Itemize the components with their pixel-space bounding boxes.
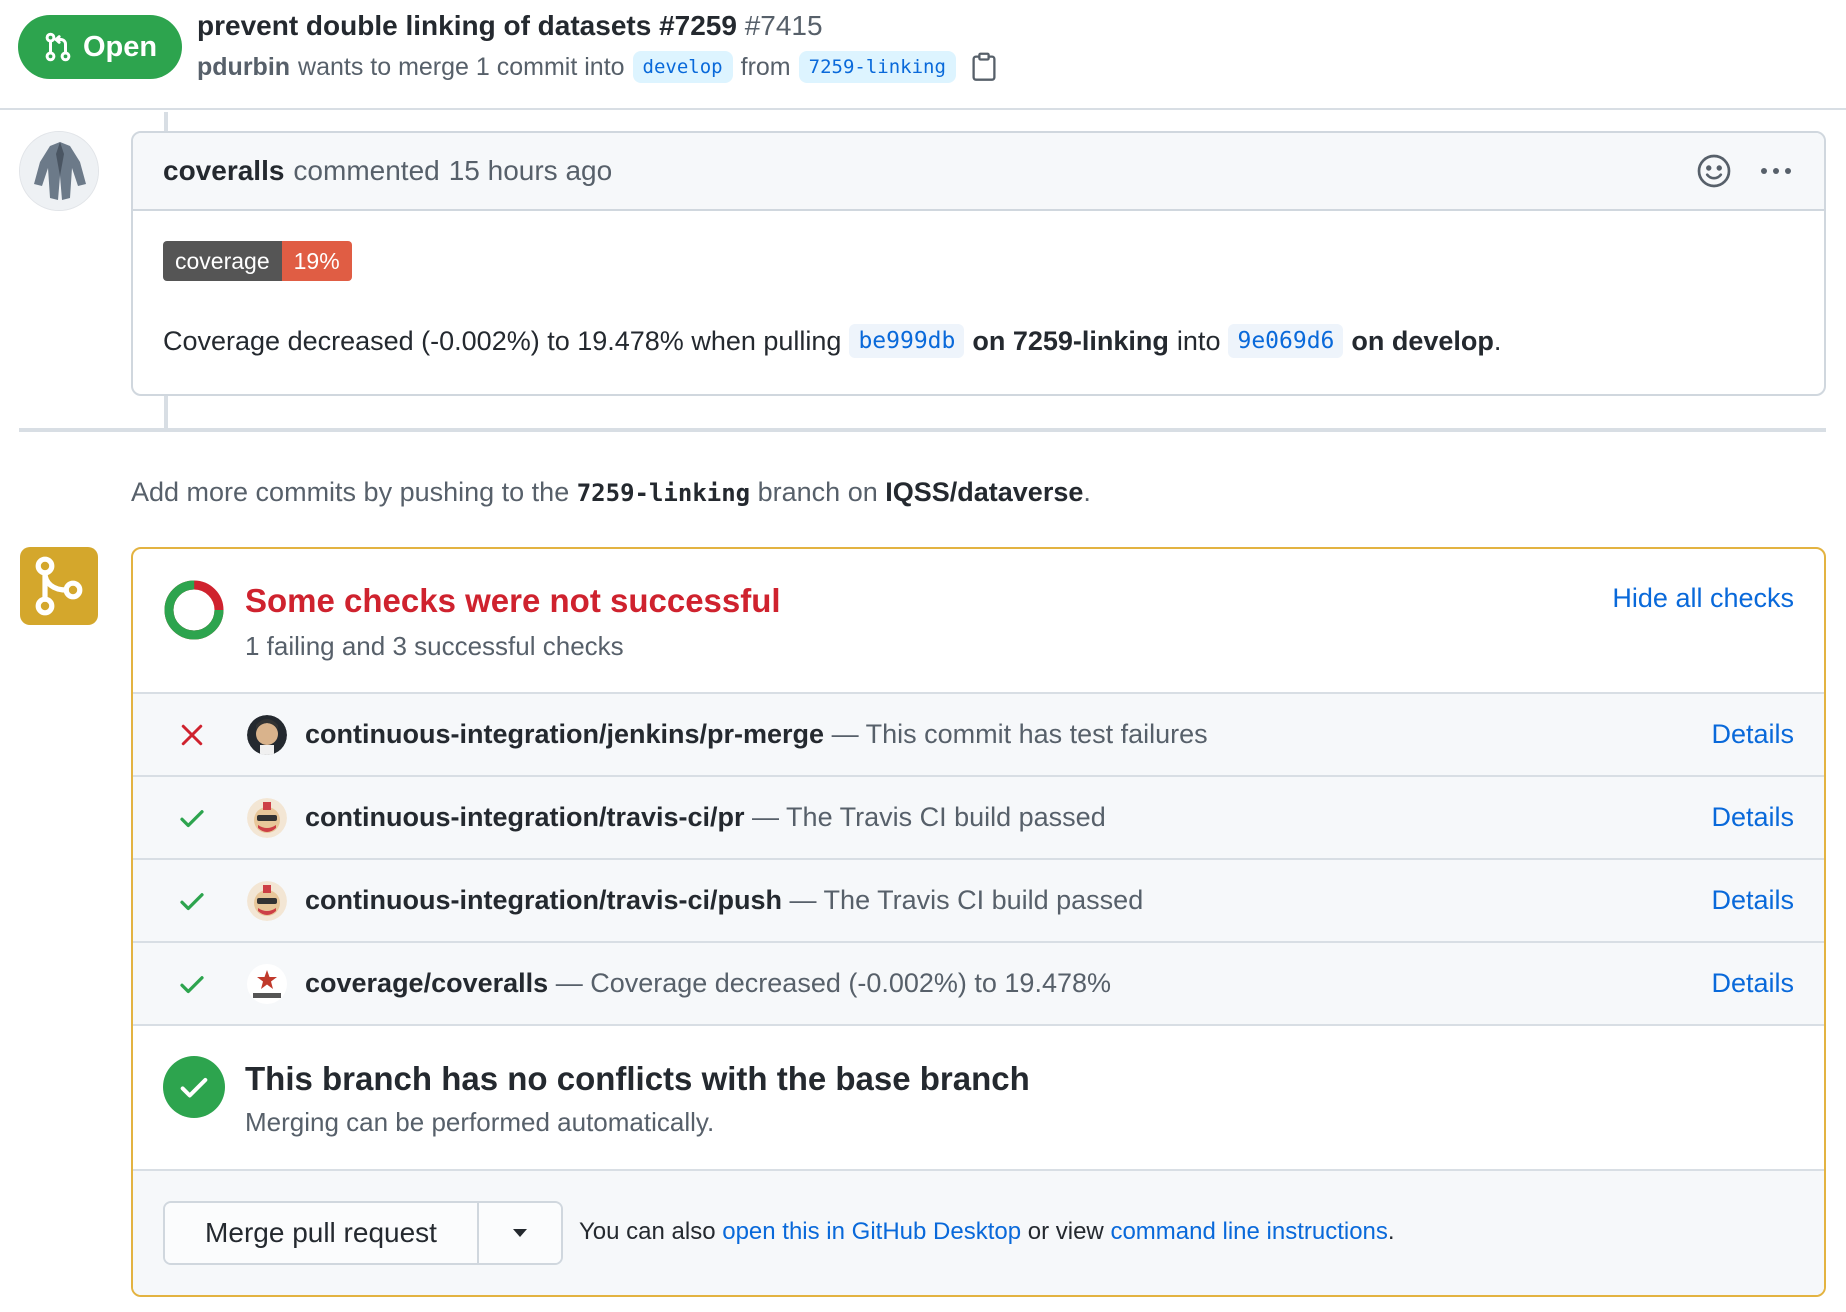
check-text: continuous-integration/jenkins/pr-merge … — [305, 719, 1208, 750]
merge-box: Some checks were not successful 1 failin… — [131, 547, 1826, 1297]
checks-status-donut — [164, 580, 224, 640]
check-desc: — Coverage decreased (-0.002%) to 19.478… — [555, 968, 1112, 998]
check-details-link[interactable]: Details — [1711, 719, 1794, 750]
merge-actions: Merge pull request You can also open thi… — [133, 1171, 1824, 1295]
comment-time[interactable]: 15 hours ago — [449, 155, 612, 187]
check-desc: — The Travis CI build passed — [752, 802, 1106, 832]
travis-ci-avatar — [247, 880, 287, 921]
jenkins-avatar — [247, 714, 287, 755]
check-row: continuous-integration/travis-ci/pr — Th… — [133, 777, 1824, 860]
check-desc: — This commit has test failures — [831, 719, 1208, 749]
head-branch-tag[interactable]: 7259-linking — [798, 51, 956, 83]
check-details-link[interactable]: Details — [1711, 885, 1794, 916]
coverage-badge-value: 19% — [281, 241, 352, 281]
push-note-middle: branch on — [757, 477, 878, 507]
check-text: continuous-integration/travis-ci/push — … — [305, 885, 1143, 916]
no-conflicts-title: This branch has no conflicts with the ba… — [245, 1060, 1030, 1097]
check-row: coverage/coveralls — Coverage decreased … — [133, 943, 1824, 1026]
check-circle-icon — [163, 1056, 225, 1118]
comment-period: . — [1493, 325, 1502, 356]
pr-state-label: Open — [82, 30, 158, 63]
kebab-horizontal-icon[interactable] — [1758, 153, 1794, 189]
check-name: continuous-integration/travis-ci/push — [305, 885, 783, 915]
command-line-link[interactable]: command line instructions — [1110, 1218, 1387, 1245]
merge-period: . — [1387, 1218, 1395, 1245]
check-success-icon — [180, 892, 204, 910]
coverage-badge-label: coverage — [163, 241, 282, 281]
smiley-reaction-icon[interactable] — [1696, 153, 1732, 189]
comment-author[interactable]: coveralls — [163, 155, 284, 187]
comment-on-base: on develop — [1351, 325, 1494, 356]
checks-title: Some checks were not successful — [245, 582, 781, 619]
push-note-prefix: Add more commits by pushing to the — [131, 477, 570, 507]
copy-clipboard-icon[interactable] — [970, 52, 998, 82]
push-note: Add more commits by pushing to the 7259-… — [131, 477, 1091, 508]
comment-action: commented — [293, 155, 440, 186]
comment-actions — [1696, 153, 1794, 189]
push-note-branch: 7259-linking — [576, 479, 751, 507]
triangle-down-icon — [513, 1229, 527, 1237]
pr-title-line: prevent double linking of datasets #7259… — [197, 10, 823, 42]
pr-title: prevent double linking of datasets #7259 — [197, 10, 737, 41]
check-name: continuous-integration/travis-ci/pr — [305, 802, 745, 832]
base-sha-link[interactable]: 9e069d6 — [1228, 324, 1344, 358]
check-success-icon — [180, 975, 204, 993]
head-sha-link[interactable]: be999db — [849, 324, 965, 358]
check-name: continuous-integration/jenkins/pr-merge — [305, 719, 825, 749]
check-details-link[interactable]: Details — [1711, 968, 1794, 999]
push-note-repo[interactable]: IQSS/dataverse — [885, 477, 1083, 507]
git-pull-request-icon — [45, 32, 71, 62]
comment-box: coveralls commented 15 hours ago coverag… — [131, 131, 1826, 396]
comment-header: coveralls commented 15 hours ago — [133, 133, 1824, 211]
comment-into-text: into — [1176, 325, 1221, 356]
check-row: continuous-integration/travis-ci/push — … — [133, 860, 1824, 943]
push-note-period: . — [1083, 477, 1091, 507]
timeline-divider — [19, 428, 1826, 432]
coveralls-avatar[interactable] — [19, 131, 99, 211]
coveralls-logo-icon — [247, 963, 287, 1004]
merge-alternatives-text: You can also open this in GitHub Desktop… — [579, 1218, 1395, 1246]
comment-text-prefix: Coverage decreased (-0.002%) to 19.478% … — [163, 325, 842, 356]
comment-body: Coverage decreased (-0.002%) to 19.478% … — [163, 324, 1501, 358]
travis-ci-avatar — [247, 797, 287, 838]
pr-number: #7415 — [744, 10, 823, 41]
git-merge-icon — [20, 547, 98, 625]
check-text: coverage/coveralls — Coverage decreased … — [305, 968, 1111, 999]
check-text: continuous-integration/travis-ci/pr — Th… — [305, 802, 1106, 833]
pr-author-link[interactable]: pdurbin — [197, 53, 290, 82]
checks-subtitle: 1 failing and 3 successful checks — [245, 631, 624, 661]
pr-header: Open prevent double linking of datasets … — [0, 0, 1846, 110]
comment-on-head: on 7259-linking — [972, 325, 1169, 356]
also-prefix: You can also — [579, 1218, 716, 1245]
x-failure-icon — [181, 724, 203, 745]
check-details-link[interactable]: Details — [1711, 802, 1794, 833]
checks-summary: Some checks were not successful 1 failin… — [133, 549, 1824, 694]
pr-state-badge: Open — [18, 15, 182, 79]
github-desktop-link[interactable]: open this in GitHub Desktop — [722, 1218, 1021, 1245]
or-view-text: or view — [1027, 1218, 1104, 1245]
pr-from-text: from — [740, 52, 791, 81]
pr-merge-text: wants to merge 1 commit into — [298, 52, 625, 81]
check-row: continuous-integration/jenkins/pr-merge … — [133, 694, 1824, 777]
no-conflicts-subtitle: Merging can be performed automatically. — [245, 1107, 715, 1137]
hide-all-checks-link[interactable]: Hide all checks — [1612, 583, 1794, 614]
merge-method-dropdown[interactable] — [479, 1203, 561, 1263]
merge-button-group: Merge pull request — [163, 1201, 563, 1265]
merge-pull-request-button[interactable]: Merge pull request — [165, 1203, 479, 1263]
pr-meta: pdurbin wants to merge 1 commit into dev… — [197, 51, 998, 83]
check-name: coverage/coveralls — [305, 968, 549, 998]
check-desc: — The Travis CI build passed — [789, 885, 1144, 915]
base-branch-tag[interactable]: develop — [632, 51, 733, 83]
coverage-badge[interactable]: coverage 19% — [163, 241, 352, 281]
check-success-icon — [180, 809, 204, 827]
no-conflicts-section: This branch has no conflicts with the ba… — [133, 1026, 1824, 1171]
